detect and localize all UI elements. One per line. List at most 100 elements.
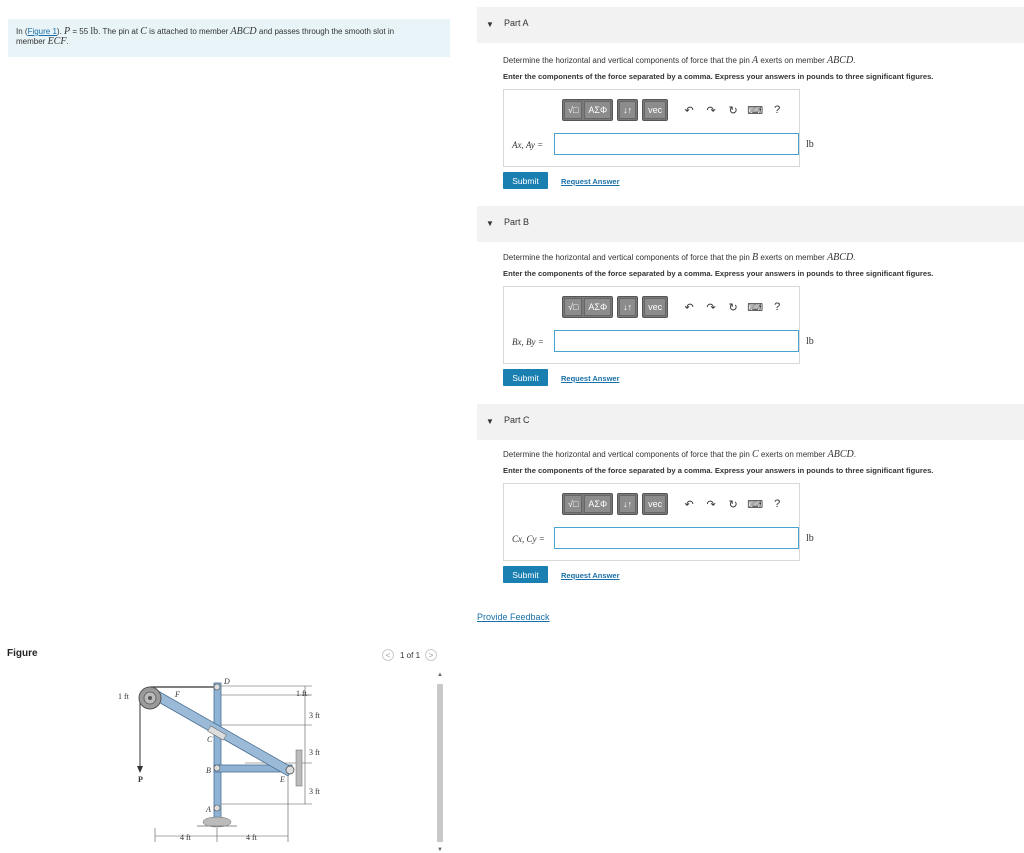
answer-label: Ax, Ay = [512,140,544,150]
dim-3ft-1: 3 ft [309,711,321,720]
collapse-triangle-icon[interactable]: ▼ [486,219,494,228]
undo-icon[interactable]: ↶ [678,301,700,314]
templates-button[interactable]: √□ [564,101,583,119]
answer-label: Bx, By = [512,337,544,347]
arrows-button[interactable]: ↓↑ [619,495,637,513]
request-answer-link[interactable]: Request Answer [561,571,620,580]
problem-text: is attached to member [146,27,231,36]
unit-lb: lb [90,26,99,37]
figure-scrollbar[interactable]: ▲ ▼ [436,672,444,853]
label-A: A [205,805,211,814]
problem-text: . [66,37,69,46]
math-toolbar: √□ ΑΣΦ ↓↑ vec ↶ ↷ ↻ ⌨ ? [562,296,788,318]
reset-icon[interactable]: ↻ [722,104,744,117]
dim-3ft-3: 3 ft [309,787,321,796]
scroll-up-arrow[interactable]: ▲ [436,672,444,678]
figure-link[interactable]: Figure 1 [28,27,57,36]
part-b-instruction: Enter the components of the force separa… [503,269,934,278]
submit-button[interactable]: Submit [503,172,548,189]
part-a-question: Determine the horizontal and vertical co… [503,55,856,66]
symbol-ABCD: ABCD [230,26,257,37]
problem-text: member [16,37,48,46]
greek-button[interactable]: ΑΣΦ [584,298,612,316]
dim-1ft-left: 1 ft [118,692,130,701]
part-b-answer-panel: √□ ΑΣΦ ↓↑ vec ↶ ↷ ↻ ⌨ ? Bx, By = [503,286,800,364]
part-b-question: Determine the horizontal and vertical co… [503,252,856,263]
label-C: C [207,735,213,744]
unit-label: lb [806,336,814,347]
redo-icon[interactable]: ↷ [700,301,722,314]
unit-label: lb [806,533,814,544]
problem-text: . The pin at [98,27,141,36]
part-c-question: Determine the horizontal and vertical co… [503,449,856,460]
templates-button[interactable]: √□ [564,298,583,316]
part-b-header[interactable]: ▼ Part B [477,206,1024,242]
vec-button[interactable]: vec [644,101,667,119]
keyboard-icon[interactable]: ⌨ [744,498,766,511]
problem-text: ). [56,27,65,36]
templates-button[interactable]: √□ [564,495,583,513]
problem-text: = 55 [70,27,91,36]
request-answer-link[interactable]: Request Answer [561,374,620,383]
label-P: P [138,775,143,784]
label-D: D [223,677,230,686]
keyboard-icon[interactable]: ⌨ [744,104,766,117]
part-title: Part A [504,18,529,28]
next-figure-button[interactable]: > [425,649,438,661]
answer-input[interactable] [554,527,799,549]
reset-icon[interactable]: ↻ [722,498,744,511]
greek-button[interactable]: ΑΣΦ [584,101,612,119]
part-c-header[interactable]: ▼ Part C [477,404,1024,440]
part-c-instruction: Enter the components of the force separa… [503,466,934,475]
answer-input[interactable] [554,330,799,352]
submit-button[interactable]: Submit [503,369,548,386]
provide-feedback-link[interactable]: Provide Feedback [477,612,550,622]
label-E: E [279,775,285,784]
undo-icon[interactable]: ↶ [678,104,700,117]
collapse-triangle-icon[interactable]: ▼ [486,417,494,426]
math-toolbar: √□ ΑΣΦ ↓↑ vec ↶ ↷ ↻ ⌨ ? [562,99,788,121]
scroll-down-arrow[interactable]: ▼ [436,847,444,853]
part-c-answer-panel: √□ ΑΣΦ ↓↑ vec ↶ ↷ ↻ ⌨ ? Cx, Cy = [503,483,800,561]
keyboard-icon[interactable]: ⌨ [744,301,766,314]
request-answer-link[interactable]: Request Answer [561,177,620,186]
help-icon[interactable]: ? [766,301,788,313]
submit-button[interactable]: Submit [503,566,548,583]
part-title: Part C [504,415,530,425]
arrows-button[interactable]: ↓↑ [619,298,637,316]
undo-icon[interactable]: ↶ [678,498,700,511]
part-a-instruction: Enter the components of the force separa… [503,72,934,81]
dim-4ft-2: 4 ft [246,833,258,842]
problem-statement: In (Figure 1). P = 55 lb. The pin at C i… [8,19,450,57]
problem-text: In ( [16,27,28,36]
frame-diagram: 1 ft 1 ft 3 ft 3 ft 3 ft 4 ft 4 ft P A B… [118,677,321,842]
answer-label: Cx, Cy = [512,534,545,544]
figure-heading: Figure [7,648,38,659]
unit-label: lb [806,139,814,150]
part-a-header[interactable]: ▼ Part A [477,7,1024,43]
help-icon[interactable]: ? [766,104,788,116]
label-B: B [206,766,211,775]
help-icon[interactable]: ? [766,498,788,510]
label-F: F [174,690,180,699]
reset-icon[interactable]: ↻ [722,301,744,314]
figure-pager: < 1 of 1 > [382,648,438,662]
scroll-thumb[interactable] [437,684,443,842]
arrows-button[interactable]: ↓↑ [619,101,637,119]
greek-button[interactable]: ΑΣΦ [584,495,612,513]
vec-button[interactable]: vec [644,298,667,316]
redo-icon[interactable]: ↷ [700,498,722,511]
symbol-C: C [140,26,147,37]
part-title: Part B [504,217,530,227]
problem-text: and passes through the smooth slot in [256,27,395,36]
math-toolbar: √□ ΑΣΦ ↓↑ vec ↶ ↷ ↻ ⌨ ? [562,493,788,515]
collapse-triangle-icon[interactable]: ▼ [486,20,494,29]
redo-icon[interactable]: ↷ [700,104,722,117]
dim-3ft-2: 3 ft [309,748,321,757]
answer-input[interactable] [554,133,799,155]
symbol-ECF: ECF [47,36,67,47]
vec-button[interactable]: vec [644,495,667,513]
part-a-answer-panel: √□ ΑΣΦ ↓↑ vec ↶ ↷ ↻ ⌨ ? Ax, Ay = [503,89,800,167]
dim-4ft-1: 4 ft [180,833,192,842]
prev-figure-button[interactable]: < [382,649,394,661]
